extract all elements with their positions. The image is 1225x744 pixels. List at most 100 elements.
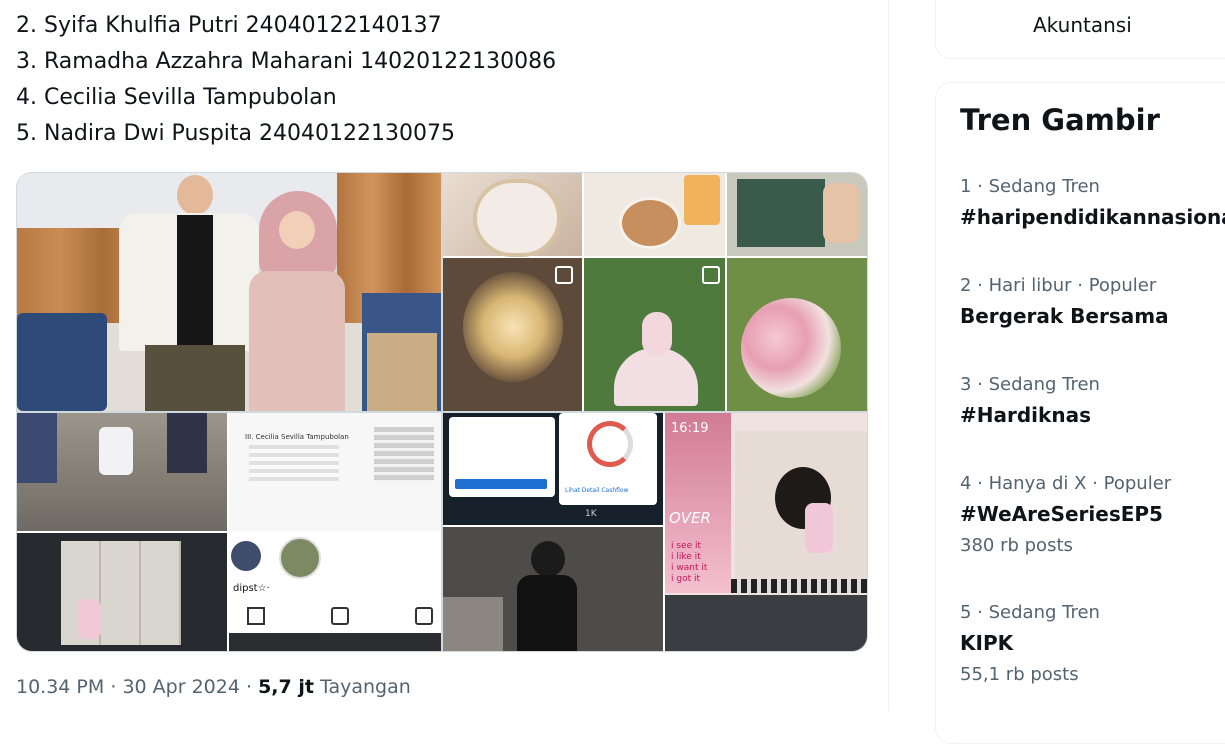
tweet-text-line: 3. Ramadha Azzahra Maharani 140201221300… xyxy=(16,49,557,74)
multi-image-icon xyxy=(702,266,720,284)
pastry-roll xyxy=(619,197,681,249)
cashflow-link: Lihat Detail Cashflow xyxy=(565,487,629,494)
mini-person xyxy=(77,599,101,639)
sticker-line: i want it xyxy=(671,563,708,573)
list-rows-left xyxy=(249,445,339,481)
trend-name: #haripendidikannasional xyxy=(960,205,1225,229)
collage-book xyxy=(727,173,867,256)
glass-juice xyxy=(684,175,720,225)
person-hair xyxy=(531,541,565,577)
previous-card-text[interactable]: Akuntansi xyxy=(1033,13,1132,37)
trend-item[interactable]: 5 · Sedang Tren KIPK 55,1 rb posts xyxy=(960,601,1100,689)
profile-bottom-strip xyxy=(229,633,441,651)
trend-post-count: 380 rb posts xyxy=(960,535,1073,556)
chairs-left xyxy=(17,313,107,411)
tweet-text-line: 2. Syifa Khulfia Putri 24040122140137 xyxy=(16,13,442,38)
pink-dress xyxy=(614,348,698,406)
profile-screenshot: dipst☆· xyxy=(229,533,441,651)
pink-hijab xyxy=(642,312,672,356)
collage-roses xyxy=(727,258,867,411)
person-pants-1 xyxy=(145,345,245,411)
book-cover xyxy=(737,179,825,247)
app-card-right: Lihat Detail Cashflow xyxy=(559,413,657,505)
sticker-text: i see it i like it i want it i got it xyxy=(671,541,707,585)
person-face-2 xyxy=(279,211,315,249)
trend-context: 5 · Sedang Tren xyxy=(960,602,1100,623)
tweet-timestamp-row: 10.34 PM · 30 Apr 2024 · 5,7 jt Tayangan xyxy=(16,676,411,698)
phone-time: 16:19 xyxy=(671,421,709,436)
trend-name: KIPK xyxy=(960,631,1014,655)
view-label: Tayangan xyxy=(319,676,411,698)
trend-item[interactable]: 3 · Sedang Tren #Hardiknas xyxy=(960,373,1100,433)
name-list-screenshot: III. Cecilia Sevilla Tampubolan xyxy=(229,413,441,531)
rose-bouquet xyxy=(741,298,841,398)
dark-collage xyxy=(17,533,227,651)
previous-sidebar-card: Akuntansi xyxy=(935,0,1225,59)
person-dress-2 xyxy=(249,271,345,411)
person-left xyxy=(17,413,57,483)
tweet-text-line: 4. Cecilia Sevilla Tampubolan xyxy=(16,85,337,110)
trend-context: 2 · Hari libur · Populer xyxy=(960,275,1157,296)
hand xyxy=(823,183,859,243)
collage-pastry xyxy=(584,173,725,256)
sticker-line: i see it xyxy=(671,541,702,551)
trend-name: Bergerak Bersama xyxy=(960,304,1169,328)
list-rows xyxy=(374,427,434,483)
list-name: III. Cecilia Sevilla Tampubolan xyxy=(245,433,349,441)
trend-post-count: 55,1 rb posts xyxy=(960,664,1079,685)
view-count: 5,7 jt xyxy=(258,676,314,698)
sticker-line: i got it xyxy=(671,574,700,584)
phone-wallpaper: 16:19 OVER i see it i like it i want it … xyxy=(665,413,731,593)
airport-photo xyxy=(665,595,867,651)
tweet-detail: 2. Syifa Khulfia Putri 24040122140137 3.… xyxy=(0,0,888,711)
chandelier-light xyxy=(463,272,563,382)
collage-chandelier xyxy=(443,258,582,411)
person-right xyxy=(167,413,207,473)
trend-item[interactable]: 4 · Hanya di X · Populer #WeAreSeriesEP5… xyxy=(960,472,1171,560)
collage-mirror xyxy=(443,173,582,257)
trend-name: #WeAreSeriesEP5 xyxy=(960,502,1163,526)
person-head-1 xyxy=(177,175,213,215)
tweet-media-grid: III. Cecilia Sevilla Tampubolan dipst☆· xyxy=(16,172,868,652)
trend-context: 1 · Sedang Tren xyxy=(960,176,1100,197)
grid-icon xyxy=(247,607,265,625)
separator: · xyxy=(110,676,117,698)
app-screenshot: Lihat Detail Cashflow 1K xyxy=(443,413,663,525)
sticker-line: i like it xyxy=(671,552,701,562)
media-photo-1[interactable] xyxy=(17,173,441,411)
mirror-selfie xyxy=(735,431,867,581)
phone-collage: 16:19 OVER i see it i like it i want it … xyxy=(665,413,867,651)
tagged-icon xyxy=(415,607,433,625)
profile-name: dipst☆· xyxy=(233,583,270,594)
person-outfit xyxy=(517,575,577,651)
avatar xyxy=(231,541,261,571)
trends-title: Tren Gambir xyxy=(960,103,1160,137)
trend-item[interactable]: 1 · Sedang Tren #haripendidikannasional xyxy=(960,175,1225,235)
media-photo-2[interactable] xyxy=(443,173,867,411)
reels-icon xyxy=(331,607,349,625)
person-skirt xyxy=(99,427,133,475)
stat-count: 1K xyxy=(585,509,597,519)
paper-bags xyxy=(367,333,437,411)
trends-panel: Tren Gambir 1 · Sedang Tren #haripendidi… xyxy=(935,82,1225,744)
multi-image-icon xyxy=(555,266,573,284)
trend-name: #Hardiknas xyxy=(960,403,1091,427)
trend-context: 3 · Sedang Tren xyxy=(960,374,1100,395)
mirror-frame xyxy=(473,179,561,257)
phone-case xyxy=(805,503,833,553)
media-photo-3[interactable]: III. Cecilia Sevilla Tampubolan dipst☆· xyxy=(17,413,441,651)
tweet-date[interactable]: 30 Apr 2024 xyxy=(122,676,239,698)
avatar xyxy=(279,537,321,579)
trend-context: 4 · Hanya di X · Populer xyxy=(960,473,1172,494)
column-divider xyxy=(888,0,889,711)
donut-chart xyxy=(587,421,633,467)
collage-garden xyxy=(584,258,725,411)
media-photo-4[interactable]: Lihat Detail Cashflow 1K 16:19 OVER i se… xyxy=(443,413,867,651)
collage-text: OVER xyxy=(669,509,711,527)
tweet-text-line: 5. Nadira Dwi Puspita 24040122130075 xyxy=(16,121,455,146)
trend-item[interactable]: 2 · Hari libur · Populer Bergerak Bersam… xyxy=(960,274,1169,334)
tweet-time[interactable]: 10.34 PM xyxy=(16,676,104,698)
ok-button xyxy=(455,479,547,489)
film-strip xyxy=(731,579,867,593)
cafe-photo xyxy=(443,527,663,651)
